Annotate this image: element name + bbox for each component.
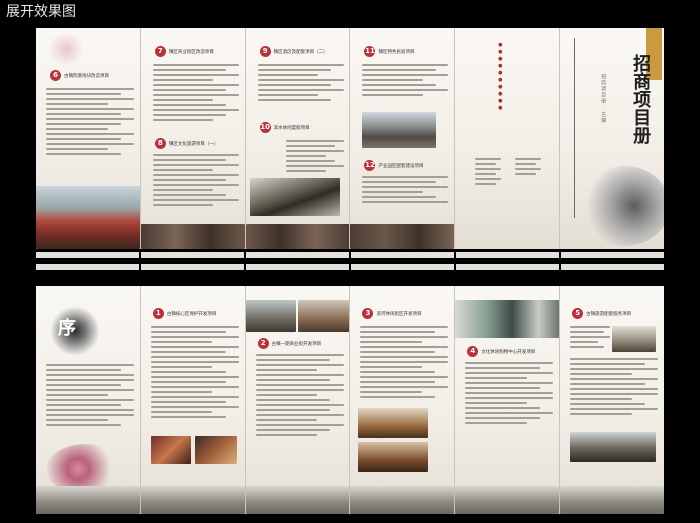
panel-section-6: 6 古镇院落地块改造项目 — [36, 28, 141, 249]
panel-section-2: 2 古镇一期商业街开发项目 — [245, 286, 351, 514]
interior-photo — [194, 436, 237, 464]
section-title: 古镇院落地块改造项目 — [64, 74, 109, 79]
text-block — [475, 158, 505, 188]
section-number: 10 — [259, 122, 271, 133]
section-number: 1 — [152, 308, 164, 319]
section-number: 6 — [50, 70, 61, 81]
section-number: 11 — [364, 46, 376, 57]
stone-carving-photo — [249, 178, 340, 216]
fold-strip-lower — [36, 264, 664, 270]
section-number: 12 — [364, 160, 376, 171]
section-title: 文化休闲购物中心开发项目 — [481, 350, 536, 355]
section-title: 滨河休闲街区开发项目 — [376, 312, 422, 317]
courtyard-photo — [612, 326, 657, 352]
section-title: 产业园区配套建设项目 — [378, 164, 424, 169]
text-block — [46, 88, 134, 158]
section-title: 镇区商业街区改造项目 — [168, 50, 214, 55]
statue-ink-wash — [580, 166, 664, 246]
panel-section-1: 1 古镇核心区保护开发项目 — [140, 286, 246, 514]
text-block — [152, 154, 239, 209]
section-number: 3 — [362, 308, 374, 319]
panel-section-9-10: 9 镇区酒店及配套项目（二） 10 滨水休闲度假项目 — [245, 28, 351, 249]
panel-section-4: 4 文化休闲购物中心开发项目 — [455, 286, 561, 514]
text-block — [465, 362, 554, 427]
section-number: 4 — [467, 346, 479, 357]
wood-texture — [350, 224, 455, 249]
text-block — [570, 326, 611, 351]
panel-section-7-8: 7 镇区商业街区改造项目 8 镇区文化旅游项目（一） — [140, 28, 246, 249]
section-title: 古镇核心区保护开发项目 — [166, 312, 217, 317]
panel-section-3: 3 滨河休闲街区开发项目 — [350, 286, 456, 514]
street-photo — [297, 300, 350, 332]
section-number: 7 — [154, 46, 166, 57]
brochure-top-sheet: 6 古镇院落地块改造项目 7 镇区商业街区改造项目 8 镇区文化旅游项目（一） … — [36, 28, 664, 249]
panel-back-cover: ●●●●●●●●●● — [455, 28, 561, 249]
panel-front-cover: 招商项目册 招商项目册 · 古镇 — [560, 28, 664, 249]
brochure-bottom-sheet: 序 1 古镇核心区保护开发项目 2 古镇一期商业街开发项目 3 滨河休闲街区开发… — [36, 286, 664, 514]
text-block — [362, 176, 449, 206]
wood-texture — [140, 224, 245, 249]
text-block — [362, 64, 449, 99]
panel-section-5: 5 古镇旅游配套服务项目 — [560, 286, 664, 514]
shopping-mall-photo — [455, 300, 560, 338]
wood-texture — [245, 224, 350, 249]
section-title: 滨水休闲度假项目 — [273, 126, 310, 131]
townscape-photo — [245, 486, 350, 514]
fold-strip-upper — [36, 252, 664, 258]
section-title: 古镇旅游配套服务项目 — [586, 312, 632, 317]
intro-heading: 序 — [58, 318, 76, 339]
section-number: 9 — [259, 46, 271, 57]
townscape-photo — [36, 486, 140, 514]
restaurant-photo — [358, 442, 429, 472]
text-block — [515, 158, 545, 178]
panel-section-11-12: 11 镇区特色民宿项目 12 产业园区配套建设项目 — [350, 28, 456, 249]
panel-intro: 序 — [36, 286, 141, 514]
section-title: 镇区酒店及配套项目（二） — [273, 50, 328, 55]
vertical-caption: ●●●●●●●●●● — [497, 42, 504, 112]
section-title: 镇区文化旅游项目（一） — [168, 142, 219, 147]
section-number: 5 — [572, 308, 584, 319]
vertical-rule — [574, 38, 576, 218]
restaurant-photo — [358, 408, 429, 438]
interior-photo — [150, 436, 191, 464]
cover-subtitle: 招商项目册 · 古镇 — [600, 74, 607, 124]
blossom-decoration — [46, 34, 86, 64]
section-number: 2 — [257, 338, 269, 349]
townscape-photo — [455, 486, 560, 514]
section-title: 古镇一期商业街开发项目 — [271, 342, 322, 347]
cover-title: 招商项目册 — [630, 54, 652, 144]
text-block — [257, 64, 344, 104]
section-title: 镇区特色民宿项目 — [378, 50, 415, 55]
text-block — [255, 354, 344, 439]
old-houses-photo — [570, 432, 657, 462]
street-photo — [245, 300, 296, 332]
townscape-photo — [350, 486, 455, 514]
section-number: 8 — [154, 138, 166, 149]
festival-photo — [36, 186, 140, 249]
text-block — [570, 358, 659, 418]
text-block — [285, 140, 344, 175]
townscape-photo — [140, 486, 245, 514]
text-block — [46, 364, 134, 429]
text-block — [150, 326, 239, 421]
page-title: 展开效果图 — [6, 4, 76, 20]
text-block — [152, 64, 239, 124]
building-photo — [362, 112, 437, 148]
text-block — [360, 326, 449, 401]
townscape-photo — [560, 486, 664, 514]
